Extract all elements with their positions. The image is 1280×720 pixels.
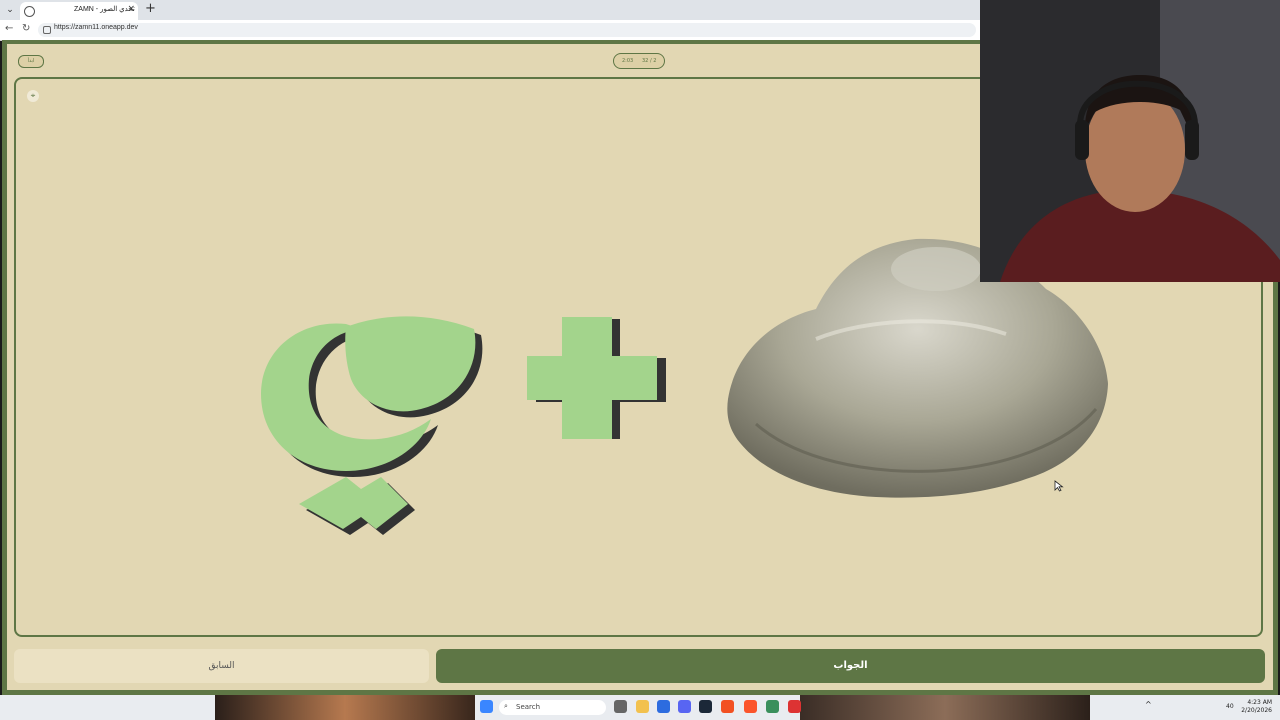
discord-icon[interactable] — [678, 700, 691, 713]
taskbar-search-label: Search — [516, 703, 541, 711]
site-info-icon[interactable] — [43, 26, 51, 34]
os-taskbar: ⌕ Search ^ 40 4:23 AM 2/20/2026 — [0, 695, 1280, 720]
address-bar-row: ← ↻ https://zamn11.oneapp.dev — [0, 20, 980, 41]
back-arrow-icon[interactable]: ← — [5, 23, 13, 34]
battery-label: 40 — [1226, 703, 1234, 710]
webcam-person-image — [980, 0, 1280, 282]
task-view-icon[interactable] — [614, 700, 627, 713]
arabic-letter-glyph-fill — [261, 316, 476, 529]
file-explorer-icon[interactable] — [636, 700, 649, 713]
clock[interactable]: 4:23 AM 2/20/2026 — [1240, 699, 1272, 715]
timer-text: 2:03 — [622, 58, 634, 64]
progress-text: 32 / 2 — [642, 58, 657, 64]
wallpaper-strip — [215, 695, 475, 720]
answer-button[interactable]: الجواب — [436, 649, 1265, 683]
tray-chevron-icon[interactable]: ^ — [1145, 701, 1152, 709]
wallpaper-strip — [800, 695, 1090, 720]
clock-date: 2/20/2026 — [1241, 707, 1272, 714]
browser-tab-bar: ⌄ ZAMN - تحدي الصور × + — [0, 0, 980, 20]
tab-title: ZAMN - تحدي الصور — [74, 6, 135, 13]
browser-tab[interactable]: ZAMN - تحدي الصور × — [20, 2, 138, 20]
start-button[interactable]: ابدأ — [18, 55, 44, 68]
search-icon: ⌕ — [504, 702, 508, 710]
brave-icon[interactable] — [744, 700, 757, 713]
start-menu-icon[interactable] — [480, 700, 493, 713]
url-text: https://zamn11.oneapp.dev — [54, 24, 138, 31]
taskbar-search[interactable]: ⌕ Search — [499, 700, 606, 715]
store-icon[interactable] — [657, 700, 670, 713]
reload-icon[interactable]: ↻ — [22, 23, 30, 34]
steam-icon[interactable] — [699, 700, 712, 713]
browser-icon[interactable] — [766, 700, 779, 713]
close-icon[interactable]: × — [127, 4, 135, 14]
globe-icon — [24, 6, 35, 17]
url-input[interactable]: https://zamn11.oneapp.dev — [38, 23, 976, 37]
webcam-overlay — [980, 0, 1280, 282]
new-tab-button[interactable]: + — [145, 2, 156, 16]
app-icon[interactable] — [721, 700, 734, 713]
mouse-cursor-icon — [1054, 480, 1064, 492]
progress-timer-pill: 2:03 32 / 2 — [613, 53, 665, 69]
plus-sign — [527, 317, 666, 439]
tab-list-dropdown-icon[interactable]: ⌄ — [4, 4, 16, 16]
clock-time: 4:23 AM — [1247, 699, 1272, 706]
obs-icon[interactable] — [788, 700, 801, 713]
previous-button[interactable]: السابق — [14, 649, 429, 683]
